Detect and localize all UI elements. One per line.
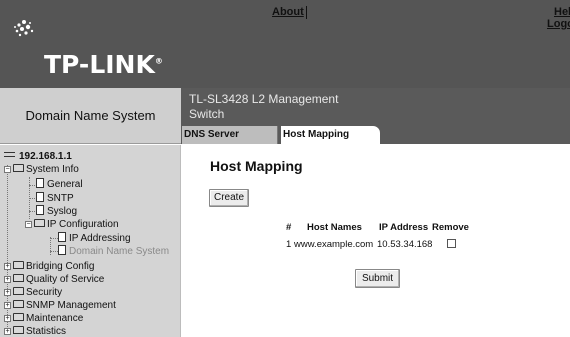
folder-icon	[13, 287, 24, 295]
sidebar-item-system-info[interactable]: − System Info	[4, 164, 79, 176]
folder-icon	[13, 274, 24, 282]
sidebar-item-snmp-management[interactable]: + SNMP Management	[4, 300, 116, 312]
expand-icon[interactable]: +	[4, 302, 11, 309]
registered-mark: ®	[154, 56, 163, 66]
tree-connector	[50, 238, 58, 239]
folder-icon	[13, 326, 24, 334]
sidebar-item-general[interactable]: General	[36, 178, 83, 190]
about-link[interactable]: About	[272, 6, 304, 18]
sidebar-item-security[interactable]: + Security	[4, 287, 62, 299]
document-icon	[58, 232, 66, 242]
sidebar-item-domain-name-system[interactable]: Domain Name System	[58, 245, 169, 257]
collapse-icon[interactable]: −	[25, 221, 32, 228]
tab-dns-server[interactable]: DNS Server	[182, 126, 278, 144]
tab-host-mapping[interactable]: Host Mapping	[281, 126, 380, 144]
folder-icon	[13, 261, 24, 269]
section-title-bar: Domain Name System	[0, 88, 181, 144]
expand-icon[interactable]: +	[4, 315, 11, 322]
help-link[interactable]: Hel	[554, 6, 570, 18]
tree-root[interactable]: 192.168.1.1	[4, 151, 72, 163]
cell-index: 1	[286, 239, 292, 250]
expand-icon[interactable]: +	[4, 289, 11, 296]
expand-icon[interactable]: +	[4, 328, 11, 335]
sidebar-item-maintenance[interactable]: + Maintenance	[4, 313, 83, 325]
switch-icon	[4, 152, 15, 157]
section-title: Domain Name System	[25, 108, 156, 123]
app-window: TP-LINK® Domain Name System TL-SL3428 L2…	[0, 0, 570, 337]
link-separator	[306, 6, 307, 19]
column-header-remove: Remove	[432, 222, 469, 233]
sidebar-item-quality-of-service[interactable]: + Quality of Service	[4, 274, 104, 286]
sidebar-item-bridging-config[interactable]: + Bridging Config	[4, 261, 94, 273]
tree-connector	[50, 237, 51, 255]
sidebar-item-sntp[interactable]: SNTP	[36, 192, 74, 204]
cell-ip-address: 10.53.34.168	[377, 239, 433, 250]
column-header-index: #	[286, 222, 292, 233]
main-content: Host Mapping Create # Host Names IP Addr…	[182, 145, 570, 337]
document-icon	[36, 205, 44, 215]
folder-icon	[34, 219, 45, 227]
create-button[interactable]: Create	[209, 189, 249, 207]
tp-link-logo: TP-LINK®	[10, 18, 185, 80]
device-name: TL-SL3428 L2 Management Switch	[189, 92, 339, 121]
sidebar-tree: 192.168.1.1 − System Info General SNTP Sy…	[0, 145, 181, 337]
submit-button[interactable]: Submit	[355, 269, 400, 288]
logo-text: TP-LINK®	[44, 50, 163, 79]
column-header-host-names: Host Names	[307, 222, 362, 233]
sidebar-item-statistics[interactable]: + Statistics	[4, 326, 66, 337]
folder-icon	[13, 313, 24, 321]
tree-root-label: 192.168.1.1	[19, 151, 72, 162]
page-title: Host Mapping	[210, 158, 303, 174]
sidebar-item-ip-addressing[interactable]: IP Addressing	[58, 232, 131, 244]
expand-icon[interactable]: +	[4, 276, 11, 283]
expand-icon[interactable]: +	[4, 263, 11, 270]
column-header-ip-address: IP Address	[379, 222, 429, 233]
tree-connector	[50, 251, 58, 252]
document-icon	[36, 192, 44, 202]
folder-icon	[13, 300, 24, 308]
sidebar-item-syslog[interactable]: Syslog	[36, 205, 77, 217]
folder-icon	[13, 164, 24, 172]
sidebar-item-ip-configuration[interactable]: − IP Configuration	[25, 219, 119, 231]
logout-link[interactable]: Logo	[547, 18, 570, 30]
cell-host-name: www.example.com	[294, 239, 374, 250]
remove-checkbox[interactable]	[447, 239, 456, 248]
document-icon	[36, 178, 44, 188]
collapse-icon[interactable]: −	[4, 166, 11, 173]
document-icon	[58, 245, 66, 255]
tp-link-logo-icon	[14, 20, 34, 37]
